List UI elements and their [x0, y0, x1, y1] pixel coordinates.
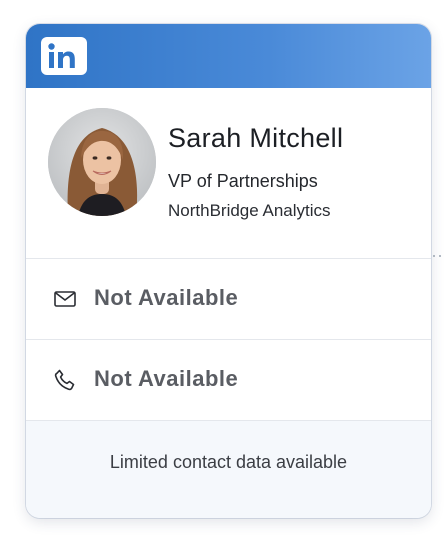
profile-name[interactable]: Sarah Mitchell	[168, 123, 343, 154]
phone-value: Not Available	[94, 366, 239, 391]
profile-company[interactable]: NorthBridge Analytics	[168, 201, 331, 221]
profile-section: Sarah Mitchell VP of Partnerships NorthB…	[26, 88, 431, 259]
more-dots-icon	[433, 255, 441, 257]
card-footer: Limited contact data available	[26, 421, 431, 518]
phone-row: Not Available	[26, 340, 431, 421]
limited-data-note: Limited contact data available	[109, 452, 348, 472]
contact-card: Sarah Mitchell VP of Partnerships NorthB…	[26, 24, 431, 518]
email-value: Not Available	[94, 285, 239, 310]
card-header	[26, 24, 431, 88]
linkedin-logo-icon[interactable]	[41, 37, 87, 75]
profile-title: VP of Partnerships	[168, 171, 318, 191]
email-row: Not Available	[26, 259, 431, 340]
phone-icon	[54, 369, 75, 391]
avatar	[48, 108, 156, 216]
envelope-icon	[54, 291, 76, 307]
